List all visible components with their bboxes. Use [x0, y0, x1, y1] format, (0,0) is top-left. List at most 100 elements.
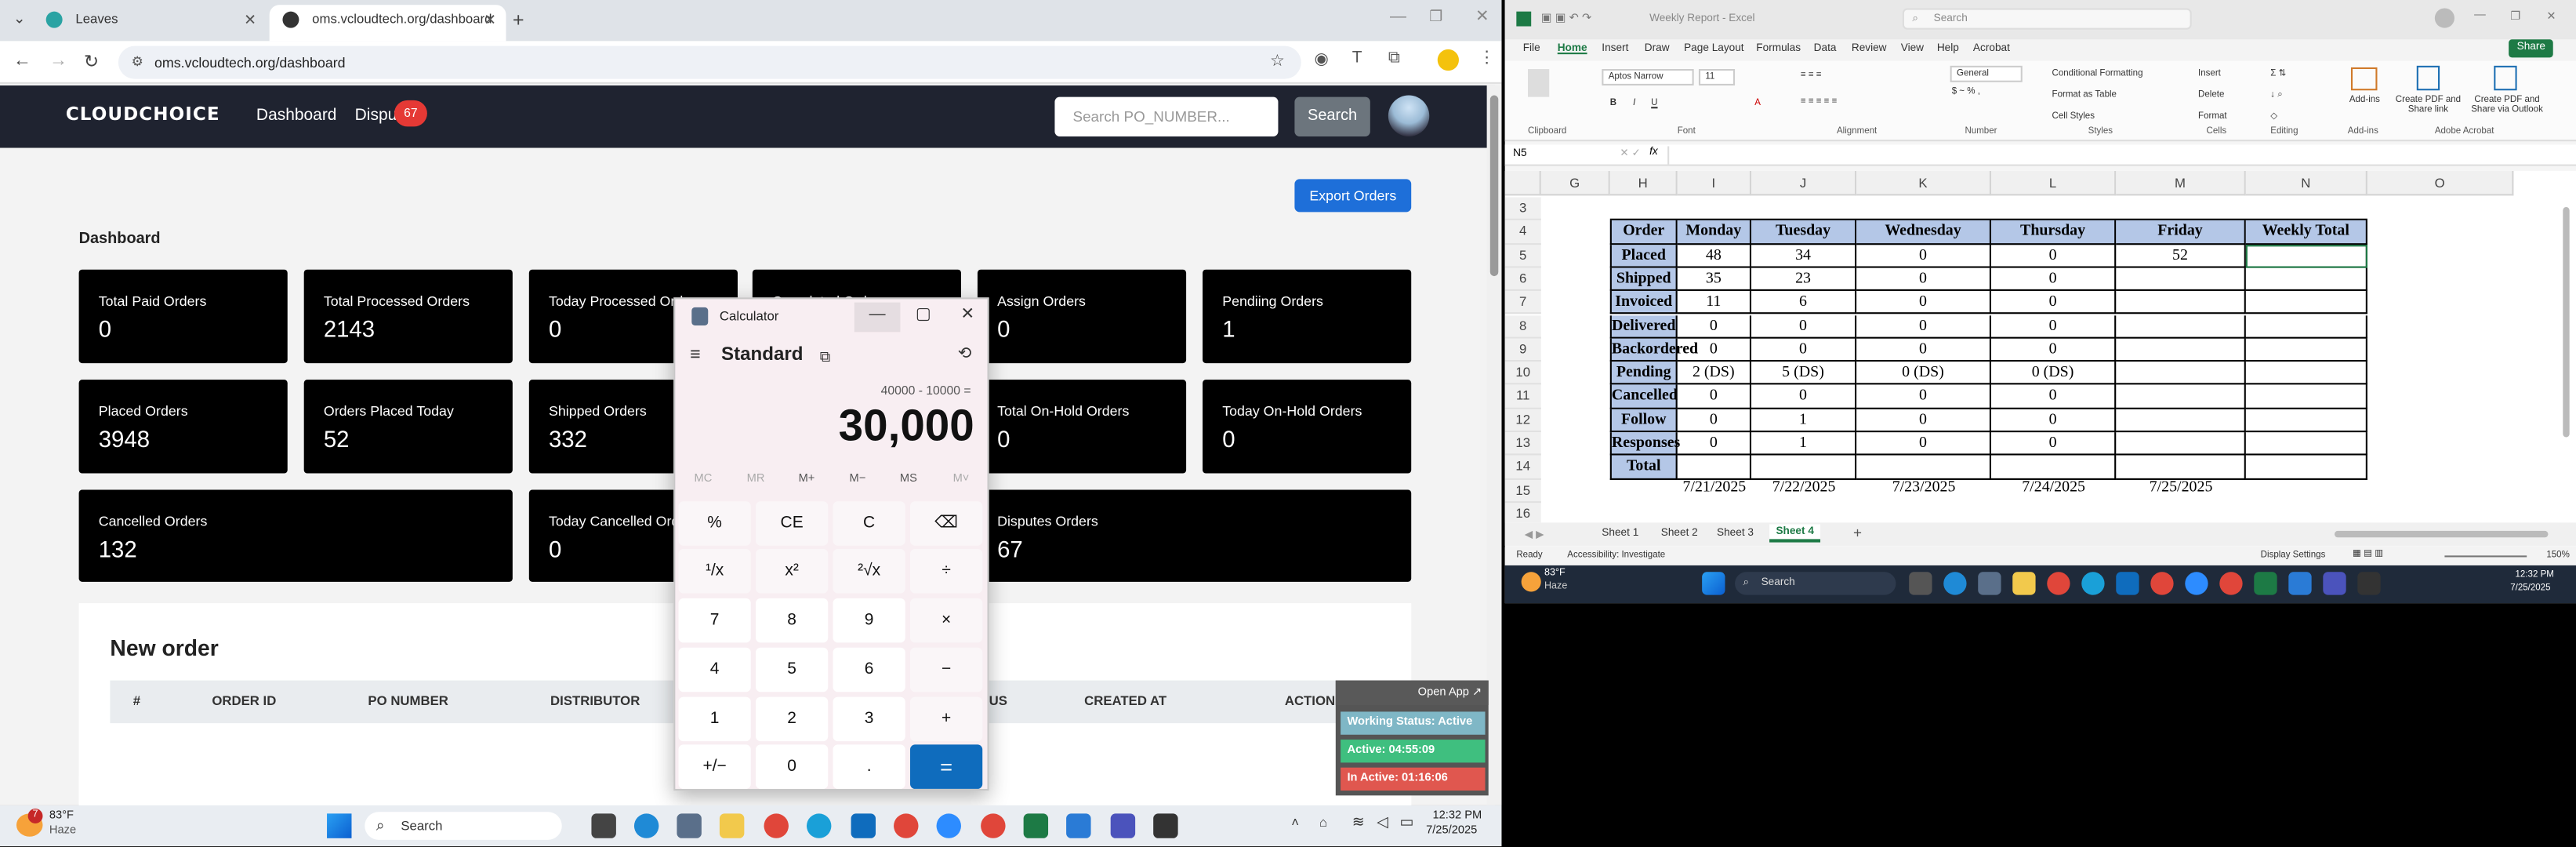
table-cell[interactable] [1677, 456, 1752, 480]
close-window-icon[interactable]: ✕ [1475, 8, 1489, 26]
extensions-puzzle-icon[interactable]: ⧉ [1388, 49, 1400, 67]
table-cell[interactable]: Invoiced [1609, 291, 1678, 315]
table-cell[interactable]: Thursday [1990, 220, 2117, 245]
conditional-formatting-button[interactable]: Conditional Formatting [2052, 69, 2143, 79]
table-cell[interactable]: 0 [1677, 385, 1752, 409]
table-cell[interactable]: 0 [1856, 314, 1991, 339]
windows-start-icon[interactable] [1702, 572, 1725, 595]
table-cell[interactable]: 11 [1677, 291, 1752, 315]
table-cell[interactable] [2116, 291, 2246, 315]
volume-icon[interactable]: ◁ [1377, 813, 1388, 831]
calculator-taskbar-icon[interactable] [677, 813, 702, 838]
edge-browser-icon[interactable] [806, 813, 832, 838]
table-cell[interactable]: 0 [1677, 409, 1752, 433]
row-header[interactable]: 13 [1504, 432, 1541, 456]
snipping-tool-icon[interactable] [2288, 572, 2312, 595]
zoom-icon[interactable] [2185, 572, 2208, 595]
reciprocal-button[interactable]: ¹/x [678, 548, 751, 594]
url-field[interactable]: ⚙ oms.vcloudtech.org/dashboard ☆ [118, 45, 1301, 79]
table-cell[interactable] [1751, 456, 1857, 480]
task-view-icon[interactable] [591, 813, 616, 838]
font-size-select[interactable]: 11 [1698, 69, 1736, 85]
taskbar-search[interactable]: ⌕ Search [365, 812, 562, 840]
tab-file[interactable]: File [1523, 42, 1540, 54]
memory-store-button[interactable]: MS [882, 474, 934, 485]
calculator-taskbar-icon[interactable] [1978, 572, 2001, 595]
history-icon[interactable]: ⟲ [958, 345, 972, 363]
export-orders-button[interactable]: Export Orders [1294, 179, 1412, 213]
date-cell[interactable]: 7/22/2025 [1751, 479, 1856, 496]
clear-icon[interactable]: ◇ [2270, 112, 2277, 122]
system-tray-icon[interactable]: ⌂ [1319, 815, 1327, 830]
create-pdf-share-button[interactable]: Create PDF and Share link [2396, 96, 2462, 115]
table-cell[interactable]: Delivered [1609, 314, 1678, 339]
decimal-button[interactable]: . [833, 744, 905, 789]
table-cell[interactable]: Follow Ups [1609, 409, 1678, 452]
minimize-icon[interactable]: — [854, 302, 901, 333]
table-cell[interactable] [2116, 456, 2246, 480]
row-header[interactable]: 16 [1504, 503, 1541, 523]
file-explorer-icon[interactable] [2012, 572, 2036, 595]
table-cell[interactable] [2116, 409, 2246, 433]
table-cell[interactable]: 52 [2116, 244, 2246, 268]
memory-recall-button[interactable]: MR [729, 474, 782, 485]
chrome-profile-icon[interactable] [2150, 572, 2174, 595]
negate-button[interactable]: +/− [678, 744, 751, 789]
weather-icon[interactable] [1521, 572, 1541, 592]
table-cell[interactable]: 0 [1856, 338, 1991, 362]
table-cell[interactable] [2245, 385, 2367, 409]
digit-6-button[interactable]: 6 [833, 647, 905, 693]
table-cell[interactable]: 0 [1677, 432, 1752, 456]
function-icon[interactable]: fx [1649, 147, 1658, 158]
paste-icon[interactable] [1528, 69, 1550, 97]
table-cell[interactable] [2245, 432, 2367, 456]
table-cell[interactable]: 0 [1677, 314, 1752, 339]
multiply-button[interactable]: × [910, 598, 983, 643]
vertical-scrollbar[interactable] [2563, 207, 2570, 438]
close-icon[interactable]: ✕ [484, 5, 496, 35]
row-header[interactable]: 12 [1504, 409, 1541, 433]
hamburger-menu-icon[interactable]: ≡ [690, 345, 700, 365]
chrome-icon[interactable] [764, 813, 789, 838]
digit-2-button[interactable]: 2 [756, 696, 829, 742]
table-cell[interactable] [2245, 409, 2367, 433]
edge-icon[interactable] [1943, 572, 1967, 595]
name-box[interactable]: N5 [1513, 148, 1526, 160]
windows-start-icon[interactable] [327, 813, 352, 838]
excel-icon[interactable] [2254, 572, 2277, 595]
view-normal-icon[interactable]: ▦ ▤ ▥ [2353, 549, 2383, 559]
table-cell[interactable]: Backordered [1609, 338, 1698, 362]
select-all-corner[interactable] [1504, 170, 1541, 196]
outlook-icon[interactable] [851, 813, 876, 838]
table-cell[interactable]: Wednesday [1856, 220, 1991, 245]
italic-icon[interactable]: I [1633, 99, 1635, 109]
number-format-select[interactable]: General [1950, 65, 2023, 82]
table-cell[interactable]: 0 (DS) [1856, 362, 1991, 386]
table-cell[interactable] [2245, 314, 2367, 339]
digit-7-button[interactable]: 7 [678, 598, 751, 643]
clock-time[interactable]: 12:32 PM [1432, 810, 1482, 822]
bookmark-star-icon[interactable]: ☆ [1270, 46, 1285, 79]
table-cell[interactable]: 0 [1751, 314, 1857, 339]
table-cell[interactable]: 0 [1990, 291, 2117, 315]
date-cell[interactable]: 7/21/2025 [1678, 479, 1751, 496]
tab-page-layout[interactable]: Page Layout [1684, 42, 1744, 54]
square-button[interactable]: x² [756, 548, 829, 594]
edge-icon[interactable] [633, 813, 659, 838]
digit-9-button[interactable]: 9 [833, 598, 905, 643]
table-cell[interactable]: 0 [1990, 314, 2117, 339]
table-cell[interactable] [2116, 432, 2246, 456]
excel-icon[interactable] [1023, 813, 1049, 838]
column-header[interactable]: M [2116, 170, 2246, 196]
table-cell[interactable]: 0 [1990, 409, 2117, 433]
autosum-icon[interactable]: Σ ⇅ [2270, 69, 2286, 79]
keep-on-top-icon[interactable]: ⧉ [820, 348, 830, 366]
square-root-button[interactable]: ²√x [833, 548, 905, 594]
search-button[interactable]: Search [1294, 96, 1370, 136]
taskbar-search[interactable]: ⌕ Search [1735, 572, 1896, 595]
tab-data[interactable]: Data [1814, 42, 1837, 54]
close-icon[interactable]: ✕ [945, 303, 991, 333]
page-scrollbar[interactable] [1486, 85, 1502, 805]
card-disputes[interactable]: Disputes Orders 67 [977, 489, 1412, 582]
edge-browser-icon[interactable] [2081, 572, 2105, 595]
